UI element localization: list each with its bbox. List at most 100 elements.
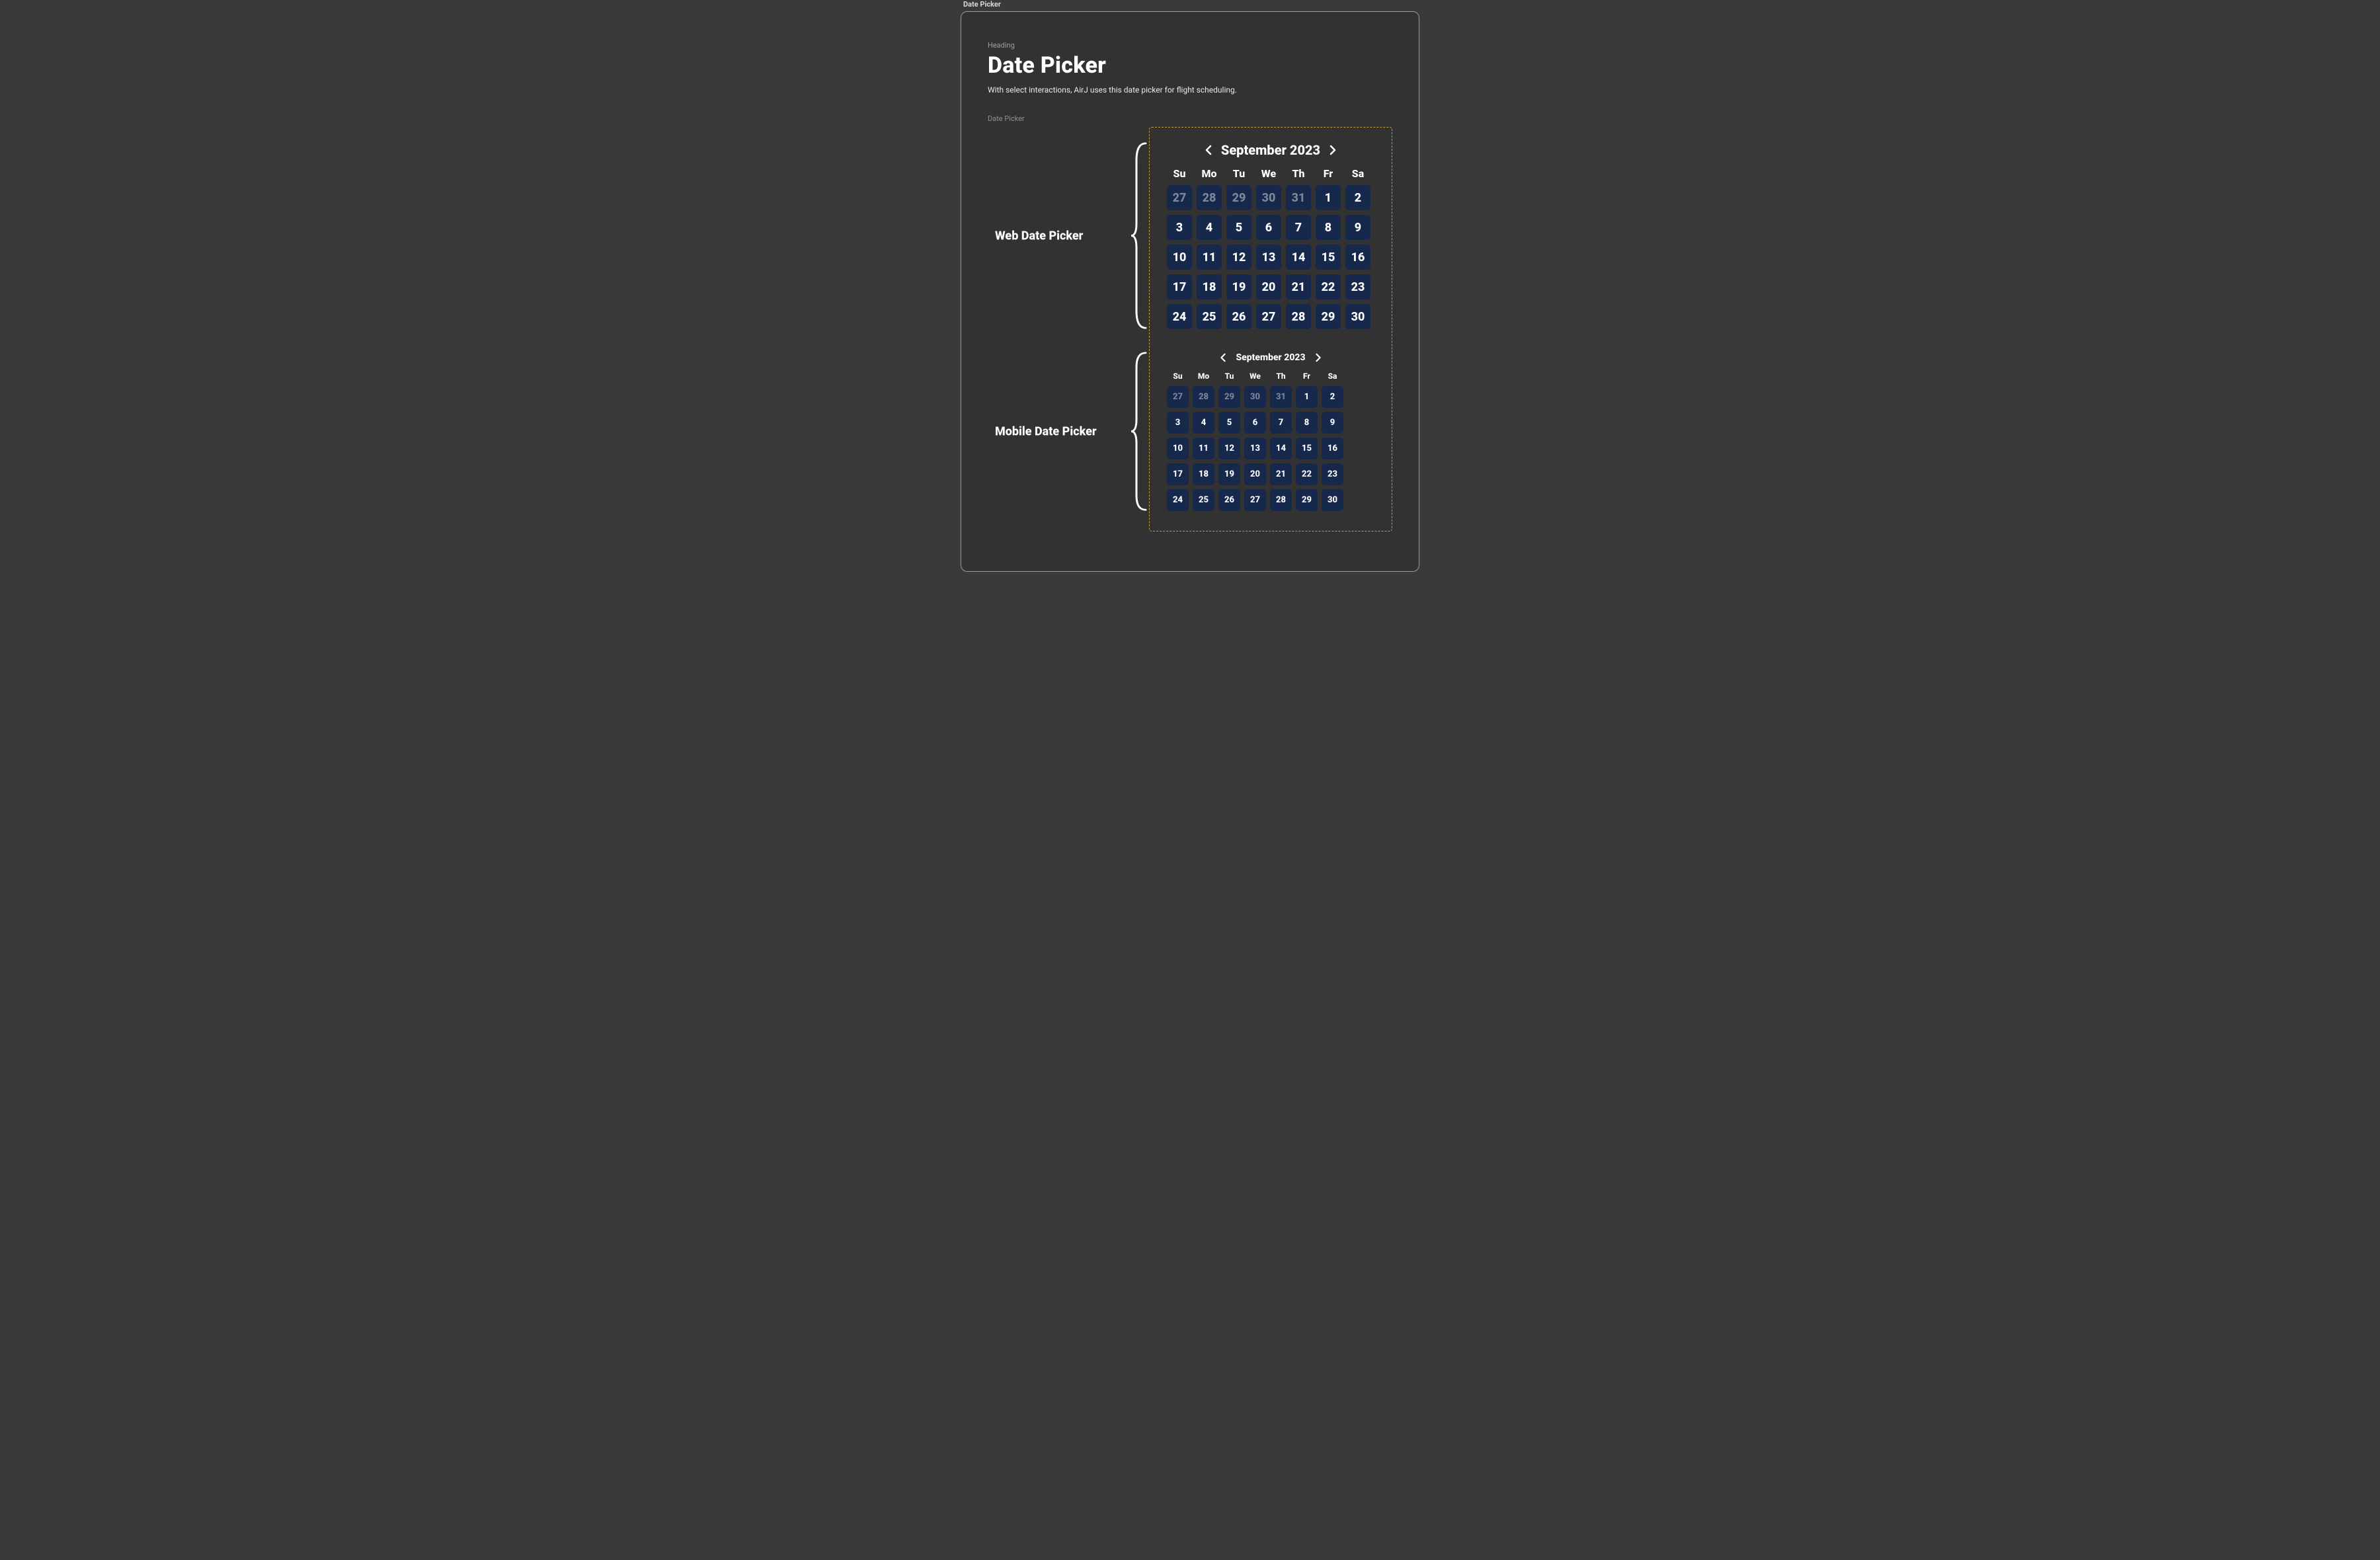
- day-cell[interactable]: 5: [1226, 215, 1251, 240]
- dow-cell: Tu: [1226, 167, 1251, 180]
- day-cell[interactable]: 11: [1197, 245, 1222, 270]
- next-month-button[interactable]: [1327, 144, 1339, 156]
- day-cell[interactable]: 23: [1322, 463, 1343, 485]
- mobile-calendar: September 2023 SuMoTuWeThFrSa 2728293031…: [1167, 352, 1374, 511]
- day-cell[interactable]: 15: [1316, 245, 1341, 270]
- day-cell[interactable]: 3: [1167, 215, 1192, 240]
- dow-row: Su Mo Tu We Th Fr Sa: [1167, 167, 1374, 180]
- prev-month-button[interactable]: [1203, 144, 1214, 156]
- day-cell[interactable]: 12: [1226, 245, 1251, 270]
- day-cell[interactable]: 13: [1244, 438, 1266, 459]
- day-cell[interactable]: 4: [1193, 412, 1214, 434]
- dow-cell: Mo: [1197, 167, 1222, 180]
- day-cell[interactable]: 25: [1197, 304, 1222, 329]
- day-cell[interactable]: 31: [1270, 386, 1292, 408]
- day-cell[interactable]: 17: [1167, 463, 1189, 485]
- day-cell[interactable]: 16: [1345, 245, 1370, 270]
- day-cell[interactable]: 24: [1167, 489, 1189, 511]
- day-cell[interactable]: 6: [1256, 215, 1281, 240]
- day-cell[interactable]: 28: [1286, 304, 1311, 329]
- day-cell[interactable]: 13: [1256, 245, 1281, 270]
- day-cell[interactable]: 21: [1286, 274, 1311, 299]
- web-date-picker-row: Web Date Picker September 2023: [1167, 142, 1374, 329]
- day-cell[interactable]: 9: [1345, 215, 1370, 240]
- day-cell[interactable]: 29: [1218, 386, 1240, 408]
- day-cell[interactable]: 21: [1270, 463, 1292, 485]
- brace-web: [1130, 142, 1150, 329]
- day-cell[interactable]: 8: [1316, 215, 1341, 240]
- dow-cell: Th: [1286, 167, 1311, 180]
- eyebrow: Heading: [988, 41, 1392, 50]
- day-cell[interactable]: 22: [1316, 274, 1341, 299]
- day-cell[interactable]: 19: [1218, 463, 1240, 485]
- day-cell[interactable]: 30: [1244, 386, 1266, 408]
- day-cell[interactable]: 23: [1345, 274, 1370, 299]
- day-cell[interactable]: 10: [1167, 438, 1189, 459]
- dow-cell: Th: [1270, 371, 1292, 381]
- day-cell[interactable]: 7: [1270, 412, 1292, 434]
- frame-label: Date Picker: [738, 0, 1642, 11]
- calendar-header: September 2023: [1167, 352, 1374, 364]
- dow-row: SuMoTuWeThFrSa: [1167, 371, 1374, 381]
- dow-cell: Sa: [1322, 371, 1343, 381]
- day-cell[interactable]: 27: [1256, 304, 1281, 329]
- day-cell[interactable]: 14: [1270, 438, 1292, 459]
- day-cell[interactable]: 1: [1296, 386, 1318, 408]
- day-cell[interactable]: 30: [1345, 304, 1370, 329]
- day-cell[interactable]: 18: [1197, 274, 1222, 299]
- day-cell[interactable]: 29: [1316, 304, 1341, 329]
- day-cell[interactable]: 30: [1256, 185, 1281, 210]
- day-cell[interactable]: 1: [1316, 185, 1341, 210]
- day-cell[interactable]: 4: [1197, 215, 1222, 240]
- day-cell[interactable]: 27: [1167, 386, 1189, 408]
- day-cell[interactable]: 2: [1322, 386, 1343, 408]
- day-cell[interactable]: 15: [1296, 438, 1318, 459]
- day-cell[interactable]: 14: [1286, 245, 1311, 270]
- day-cell[interactable]: 16: [1322, 438, 1343, 459]
- day-cell[interactable]: 28: [1197, 185, 1222, 210]
- day-cell[interactable]: 6: [1244, 412, 1266, 434]
- day-cell[interactable]: 9: [1322, 412, 1343, 434]
- day-cell[interactable]: 28: [1270, 489, 1292, 511]
- day-cell[interactable]: 27: [1167, 185, 1192, 210]
- dow-cell: Sa: [1345, 167, 1370, 180]
- day-cell[interactable]: 18: [1193, 463, 1214, 485]
- date-picker-zone: Web Date Picker September 2023: [1149, 127, 1392, 531]
- day-cell[interactable]: 2: [1345, 185, 1370, 210]
- brace-mobile: [1130, 352, 1150, 511]
- page-subtitle: With select interactions, AirJ uses this…: [988, 85, 1392, 95]
- dow-cell: Su: [1167, 167, 1192, 180]
- day-cell[interactable]: 29: [1296, 489, 1318, 511]
- day-cell[interactable]: 17: [1167, 274, 1192, 299]
- day-cell[interactable]: 25: [1193, 489, 1214, 511]
- day-cell[interactable]: 30: [1322, 489, 1343, 511]
- day-cell[interactable]: 22: [1296, 463, 1318, 485]
- day-cell[interactable]: 31: [1286, 185, 1311, 210]
- day-cell[interactable]: 19: [1226, 274, 1251, 299]
- day-cell[interactable]: 5: [1218, 412, 1240, 434]
- day-cell[interactable]: 3: [1167, 412, 1189, 434]
- day-cell[interactable]: 27: [1244, 489, 1266, 511]
- prev-month-button[interactable]: [1217, 352, 1229, 364]
- dow-cell: We: [1256, 167, 1281, 180]
- day-cell[interactable]: 29: [1226, 185, 1251, 210]
- day-cell[interactable]: 10: [1167, 245, 1192, 270]
- day-cell[interactable]: 28: [1193, 386, 1214, 408]
- calendar-header: September 2023: [1167, 142, 1374, 158]
- next-month-button[interactable]: [1312, 352, 1324, 364]
- day-grid: 2728293031123456789101112131415161718192…: [1167, 386, 1374, 511]
- day-cell[interactable]: 26: [1218, 489, 1240, 511]
- day-cell[interactable]: 24: [1167, 304, 1192, 329]
- day-cell[interactable]: 7: [1286, 215, 1311, 240]
- dow-cell: Fr: [1316, 167, 1341, 180]
- day-cell[interactable]: 20: [1256, 274, 1281, 299]
- day-cell[interactable]: 11: [1193, 438, 1214, 459]
- day-cell[interactable]: 20: [1244, 463, 1266, 485]
- page-title: Date Picker: [988, 52, 1392, 79]
- web-date-picker-label: Web Date Picker: [995, 229, 1121, 243]
- day-cell[interactable]: 8: [1296, 412, 1318, 434]
- day-cell[interactable]: 26: [1226, 304, 1251, 329]
- day-cell[interactable]: 12: [1218, 438, 1240, 459]
- frame: Heading Date Picker With select interact…: [961, 11, 1419, 572]
- day-grid: 2728293031123456789101112131415161718192…: [1167, 185, 1374, 329]
